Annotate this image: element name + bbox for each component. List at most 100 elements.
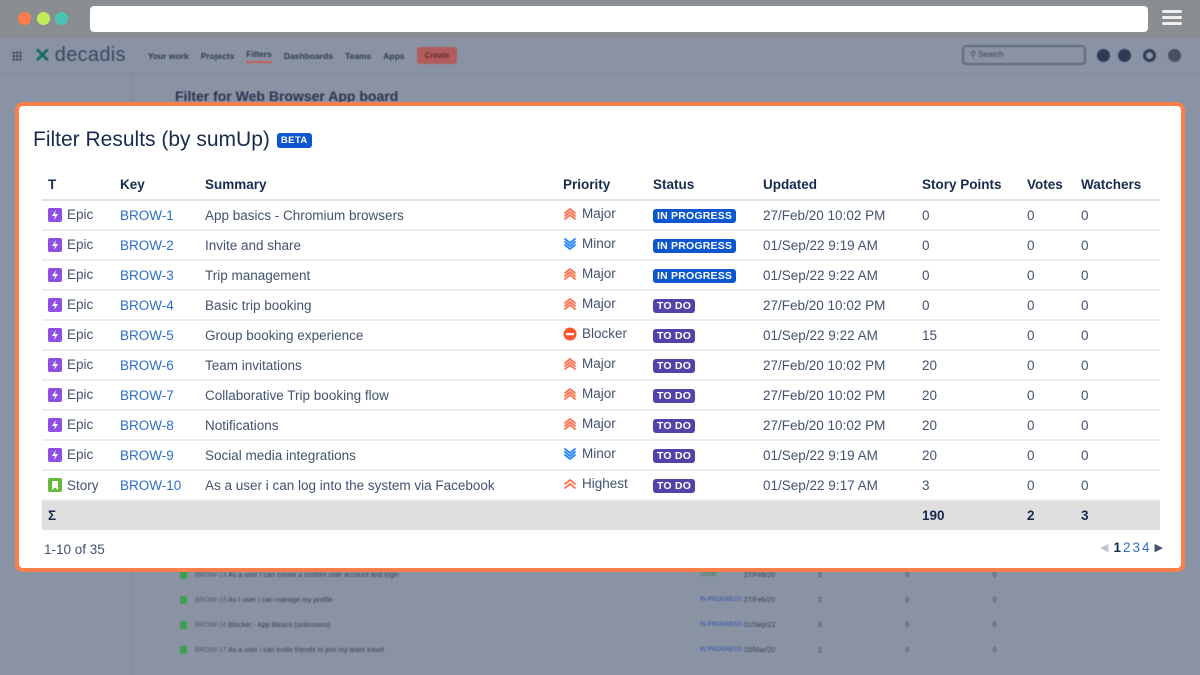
results-table: T Key Summary Priority Status Updated St…	[42, 170, 1160, 530]
table-row[interactable]: Epic BROW-2 Invite and share Minor IN PROGRE…	[42, 230, 1160, 261]
story-points: 0	[916, 290, 1021, 321]
column-header-status[interactable]: Status	[647, 170, 757, 201]
sum-watchers: 3	[1075, 499, 1160, 530]
bg-watchers: 0	[992, 596, 997, 604]
story-icon	[180, 646, 187, 654]
background-row: BROW-15 As I user I can manage my profil…	[180, 594, 1080, 606]
bg-votes: 0	[905, 621, 910, 629]
next-page-icon[interactable]: ▶	[1155, 541, 1163, 554]
pagination: ◀ 1 2 3 4 ▶	[1096, 540, 1167, 555]
type-cell: Story	[42, 470, 114, 501]
status-badge: IN PROGRESS	[653, 239, 737, 253]
issue-key-link[interactable]: BROW-7	[120, 388, 174, 403]
type-cell: Epic	[42, 410, 114, 441]
minimize-dot[interactable]	[37, 12, 50, 25]
logo-text[interactable]: decadis	[55, 44, 126, 67]
issue-type: Epic	[67, 327, 94, 343]
nav-apps[interactable]: Apps	[383, 51, 404, 61]
nav-filters[interactable]: Filters	[246, 49, 272, 63]
type-cell: Epic	[42, 260, 114, 291]
votes: 0	[1021, 380, 1075, 411]
menu-icon[interactable]	[1162, 10, 1182, 26]
table-row[interactable]: Epic BROW-9 Social media integrations Minor…	[42, 440, 1160, 471]
priority-label: Major	[582, 416, 616, 432]
table-row[interactable]: Epic BROW-4 Basic trip booking Major TO DO 27…	[42, 290, 1160, 321]
help-icon[interactable]	[1118, 49, 1131, 62]
maximize-dot[interactable]	[55, 12, 68, 25]
bg-status: DONE	[699, 572, 718, 578]
column-header-votes[interactable]: Votes	[1021, 170, 1075, 201]
issue-key-link[interactable]: BROW-9	[120, 448, 174, 463]
background-row: BROW-16 Blocker - App Basics (unknowns) …	[180, 619, 1080, 631]
address-bar[interactable]	[90, 6, 1148, 32]
nav-dashboards[interactable]: Dashboards	[284, 51, 333, 61]
nav-your-work[interactable]: Your work	[148, 51, 189, 61]
status-badge: IN PROGRESS	[653, 269, 737, 283]
bg-summary: Blocker - App Basics (unknowns)	[228, 621, 331, 629]
column-header-type[interactable]: T	[42, 170, 114, 201]
issue-key-link[interactable]: BROW-6	[120, 358, 174, 373]
page-2[interactable]: 2	[1123, 540, 1131, 555]
issue-key-link[interactable]: BROW-8	[120, 418, 174, 433]
issue-key-link[interactable]: BROW-3	[120, 268, 174, 283]
page-4[interactable]: 4	[1142, 540, 1150, 555]
votes: 0	[1021, 230, 1075, 261]
status-badge: TO DO	[653, 359, 696, 373]
table-row[interactable]: Story BROW-10 As a user i can log into the…	[42, 470, 1160, 501]
updated-date: 27/Feb/20 10:02 PM	[757, 350, 916, 381]
epic-icon	[48, 267, 62, 282]
type-cell: Epic	[42, 320, 114, 351]
epic-icon	[48, 387, 62, 402]
bg-watchers: 0	[992, 571, 997, 579]
previous-page-icon[interactable]: ◀	[1100, 541, 1108, 554]
app-switcher-icon[interactable]	[12, 50, 22, 61]
logo-icon: ✕	[34, 45, 51, 67]
search-placeholder: Search	[978, 50, 1004, 59]
column-header-story-points[interactable]: Story Points	[916, 170, 1021, 201]
column-header-watchers[interactable]: Watchers	[1075, 170, 1160, 201]
table-row[interactable]: Epic BROW-1 App basics - Chromium browsers…	[42, 200, 1160, 231]
type-cell: Epic	[42, 230, 114, 261]
issue-key-link[interactable]: BROW-5	[120, 328, 174, 343]
issue-type: Epic	[67, 207, 94, 223]
bg-watchers: 0	[992, 621, 997, 629]
table-header: T Key Summary Priority Status Updated St…	[42, 170, 1160, 201]
table-row[interactable]: Epic BROW-8 Notifications Major TO DO 27/Feb/…	[42, 410, 1160, 441]
column-header-summary[interactable]: Summary	[199, 170, 557, 201]
settings-icon[interactable]	[1143, 49, 1156, 62]
issue-type: Epic	[67, 357, 94, 373]
table-row[interactable]: Epic BROW-5 Group booking experience Blocke…	[42, 320, 1160, 351]
nav-teams[interactable]: Teams	[345, 51, 371, 61]
epic-icon	[48, 417, 62, 432]
issue-key-link[interactable]: BROW-10	[120, 478, 181, 493]
priority-minor-icon	[563, 447, 577, 461]
column-header-key[interactable]: Key	[114, 170, 199, 201]
table-row[interactable]: Epic BROW-7 Collaborative Trip booking flo…	[42, 380, 1160, 411]
bg-points: 3	[817, 621, 822, 629]
page-3[interactable]: 3	[1133, 540, 1141, 555]
updated-date: 27/Feb/20 10:02 PM	[757, 200, 916, 231]
priority-label: Major	[582, 296, 616, 312]
avatar[interactable]	[1168, 49, 1181, 62]
close-dot[interactable]	[18, 12, 31, 25]
notifications-icon[interactable]	[1097, 49, 1110, 62]
issue-key-link[interactable]: BROW-2	[120, 238, 174, 253]
issue-key-link[interactable]: BROW-1	[120, 208, 174, 223]
issue-key-link[interactable]: BROW-4	[120, 298, 174, 313]
watchers: 0	[1075, 320, 1160, 351]
column-header-priority[interactable]: Priority	[557, 170, 647, 201]
issue-type: Epic	[67, 417, 94, 433]
table-row[interactable]: Epic BROW-3 Trip management Major IN PROGRES…	[42, 260, 1160, 291]
create-button[interactable]: Create	[416, 47, 458, 64]
priority-major-icon	[563, 207, 577, 221]
table-row[interactable]: Epic BROW-6 Team invitations Major TO DO 27/F…	[42, 350, 1160, 381]
priority-label: Major	[582, 386, 616, 402]
epic-icon	[48, 327, 62, 342]
column-header-updated[interactable]: Updated	[757, 170, 916, 201]
bg-summary: As a user I can create a custom user acc…	[228, 571, 400, 579]
nav-projects[interactable]: Projects	[201, 51, 235, 61]
summary: Social media integrations	[199, 440, 557, 471]
page-1[interactable]: 1	[1113, 540, 1121, 555]
search-input[interactable]: ⚲ Search	[962, 45, 1086, 65]
story-icon	[180, 596, 187, 604]
